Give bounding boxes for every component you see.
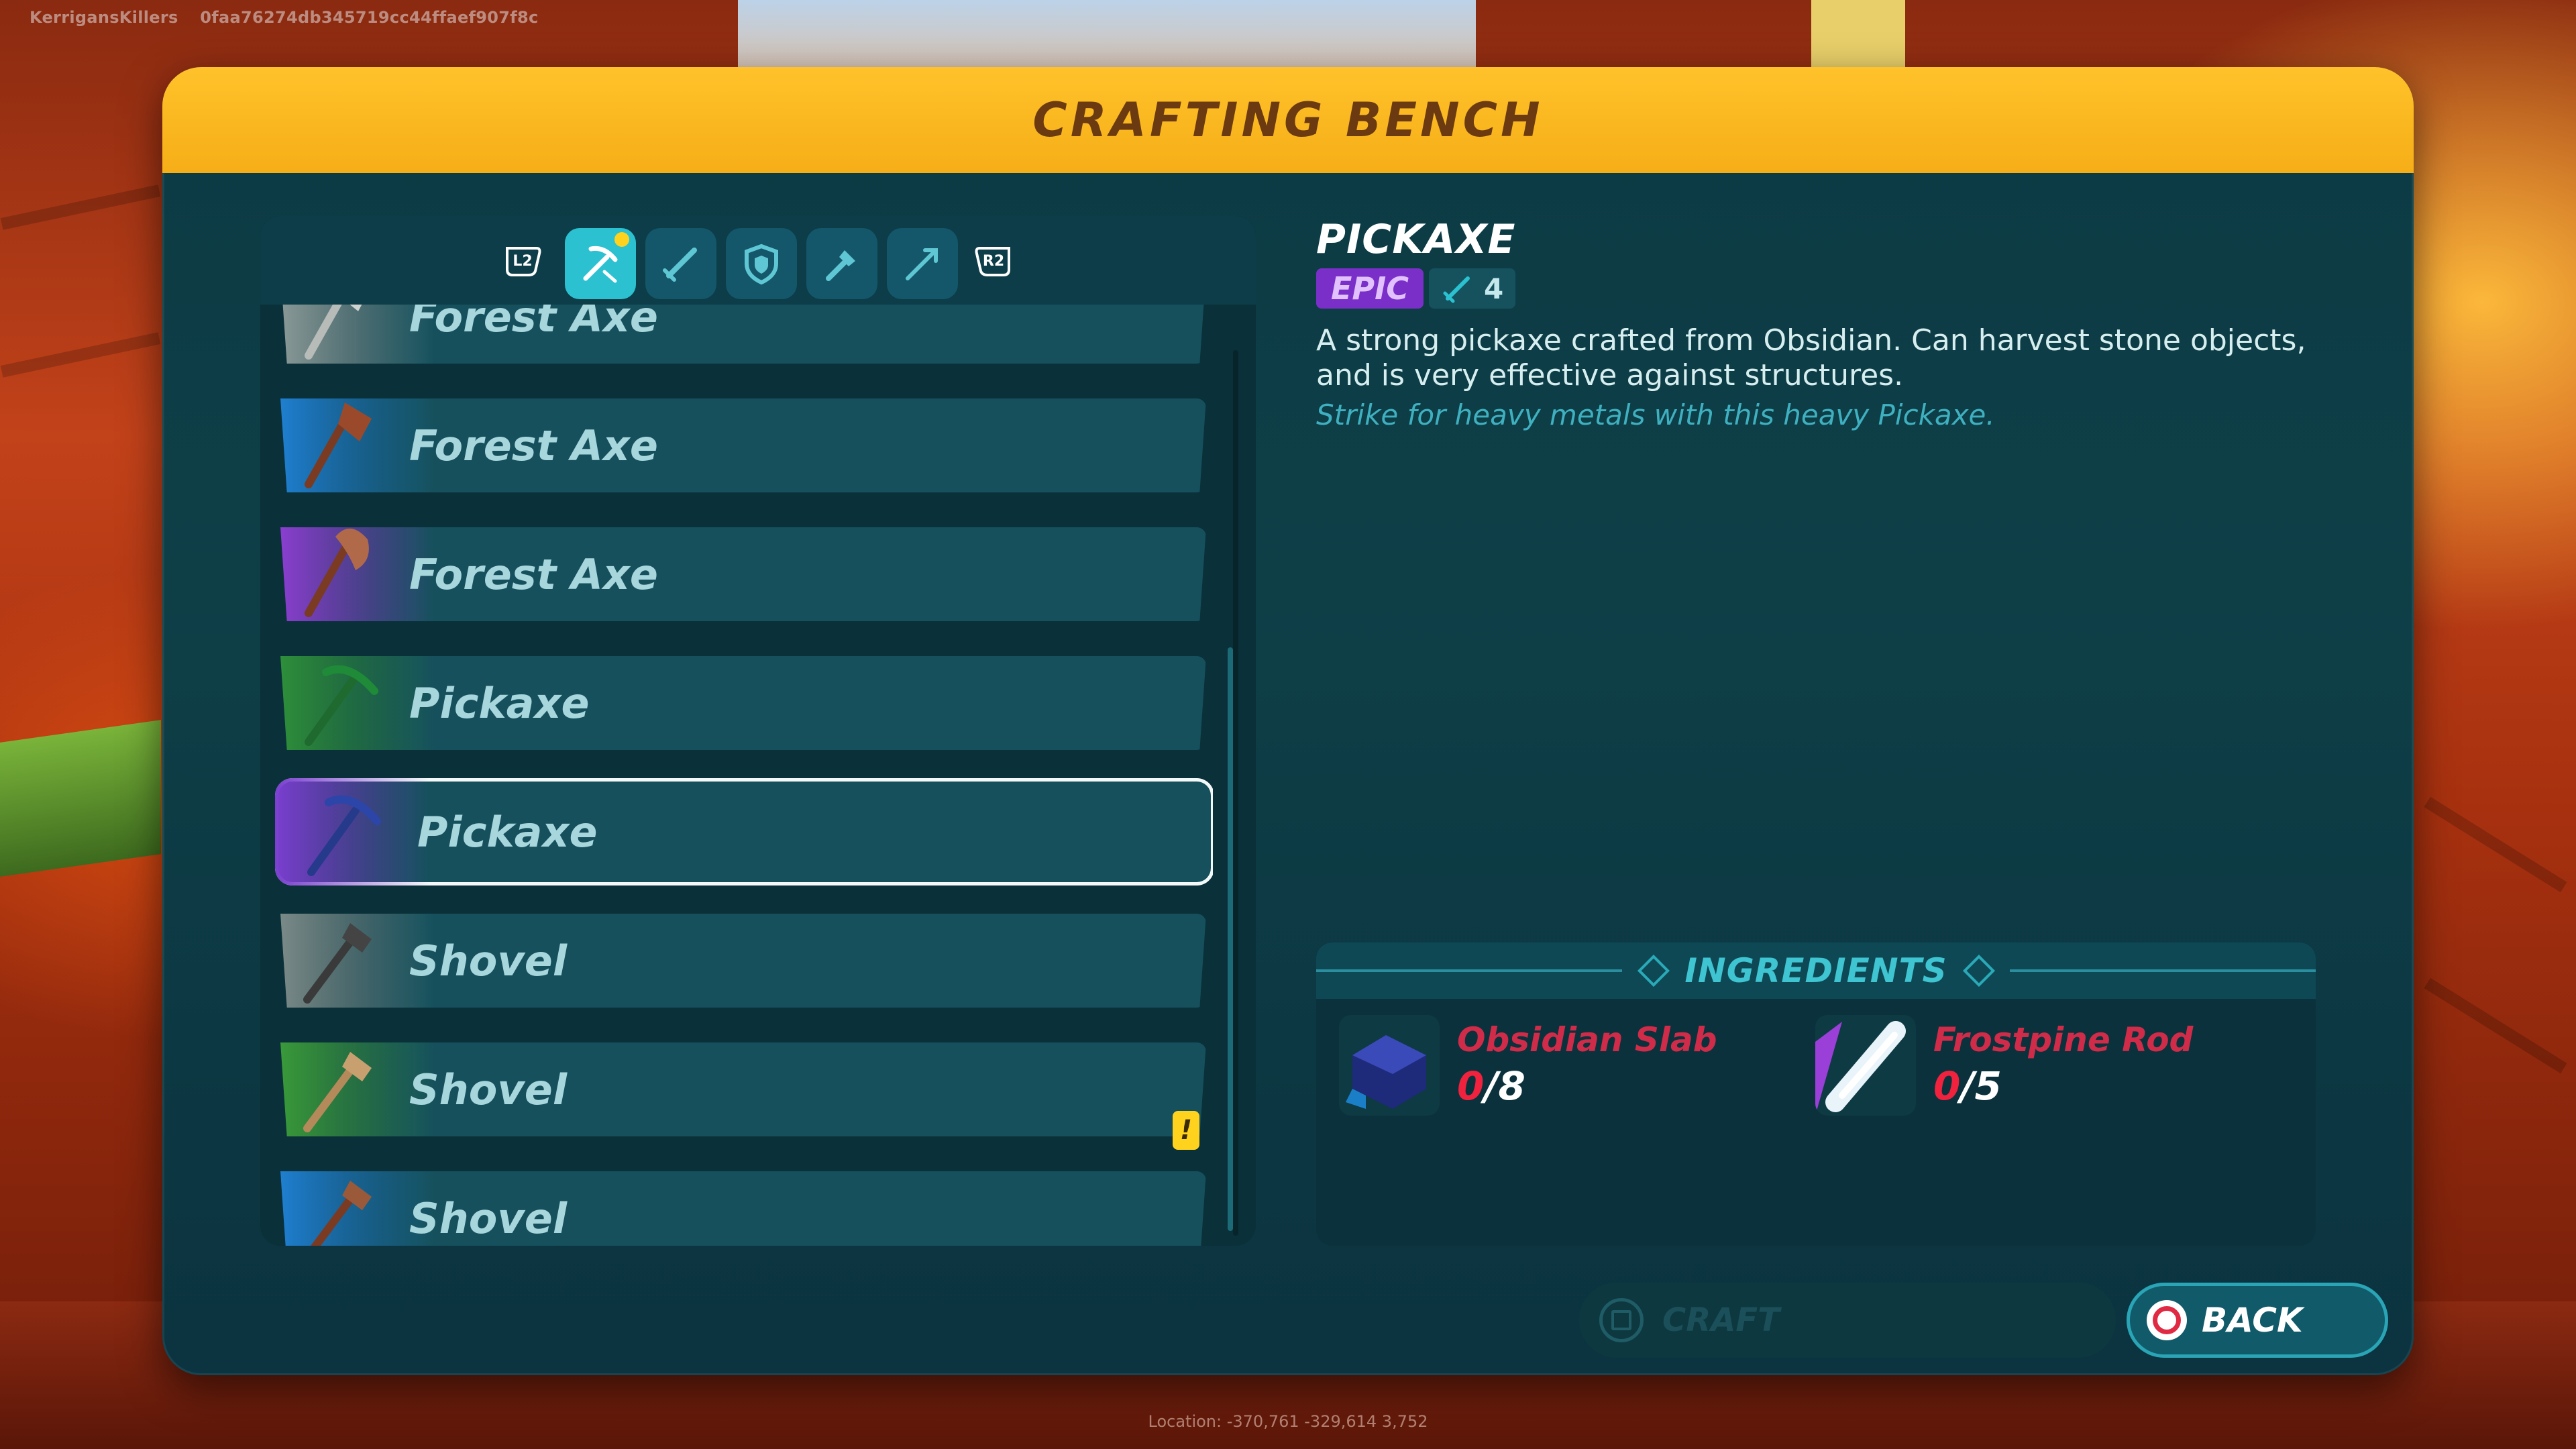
l2-shoulder-button[interactable]: L2 xyxy=(502,243,543,279)
axe-icon xyxy=(305,305,369,360)
recipe-item[interactable]: Pickaxe xyxy=(280,656,1206,750)
item-badges: EPIC 4 xyxy=(1316,268,2349,309)
torch-icon xyxy=(826,250,855,281)
item-flavor-text: Strike for heavy metals with this heavy … xyxy=(1316,398,1995,431)
recipe-item[interactable]: Shovel xyxy=(280,1042,1206,1136)
scrollbar-track[interactable] xyxy=(1233,350,1238,1236)
recipe-label: Shovel xyxy=(409,936,568,985)
session-id: 0faa76274db345719cc44ffaef907f8c xyxy=(200,8,539,27)
recipe-list: Forest Axe Forest Axe Forest Axe Pickaxe… xyxy=(260,305,1213,1246)
ingredient-need: /8 xyxy=(1484,1063,1525,1109)
ingredients-header: INGREDIENTS xyxy=(1316,943,2316,999)
tab-tools[interactable] xyxy=(565,228,636,299)
sky-patch xyxy=(738,0,1476,74)
recipe-label: Pickaxe xyxy=(409,678,590,728)
shovel-icon xyxy=(303,1181,372,1246)
ingredient-count: 0/8 xyxy=(1457,1063,1525,1109)
tab-weapons[interactable] xyxy=(645,228,716,299)
player-watermark: KerrigansKillers 0faa76274db345719cc44ff… xyxy=(30,8,555,27)
ingredient-frostpine-rod[interactable]: Frostpine Rod 0/5 xyxy=(1815,1015,2258,1122)
item-description: A strong pickaxe crafted from Obsidian. … xyxy=(1316,323,2306,392)
tier-badge: 4 xyxy=(1429,268,1516,309)
recipe-list-panel: L2 R2 Forest Axe Forest Axe Forest Axe P… xyxy=(260,216,1256,1246)
shovel-icon xyxy=(303,1052,372,1132)
tab-armor[interactable] xyxy=(726,228,797,299)
recipe-item-selected[interactable]: Pickaxe xyxy=(275,778,1213,885)
recipe-label: Shovel xyxy=(409,1065,568,1114)
obsidian-slab-icon xyxy=(1339,1015,1440,1116)
category-tabs: L2 R2 xyxy=(260,216,1256,305)
shovel-icon xyxy=(303,923,372,1004)
craft-button[interactable]: CRAFT xyxy=(1579,1283,2116,1358)
axe-icon xyxy=(305,528,369,617)
ingredients-title: INGREDIENTS xyxy=(1684,951,1947,990)
shield-icon xyxy=(745,244,778,285)
diamond-ornament-icon xyxy=(1637,955,1670,987)
l2-label: L2 xyxy=(513,252,533,270)
arrow-icon xyxy=(906,248,938,280)
square-button-icon xyxy=(1599,1298,1644,1342)
recipe-label: Forest Axe xyxy=(409,305,658,341)
sword-icon xyxy=(1443,276,1470,303)
ingredient-obsidian-slab[interactable]: Obsidian Slab 0/8 xyxy=(1339,1015,1782,1122)
recipe-item[interactable]: Forest Axe xyxy=(280,398,1206,492)
item-title: PICKAXE xyxy=(1316,216,1516,263)
background-grass-block xyxy=(0,720,161,877)
diamond-ornament-icon xyxy=(1962,955,1995,987)
scrollbar-thumb[interactable] xyxy=(1228,647,1233,1231)
background-plank xyxy=(2424,796,2567,893)
recipe-label: Shovel xyxy=(409,1193,568,1243)
craft-label: CRAFT xyxy=(1662,1301,1780,1339)
background-plank xyxy=(0,184,161,230)
background-plank xyxy=(0,332,161,378)
ingredient-have: 0 xyxy=(1933,1063,1961,1109)
pickaxe-icon xyxy=(307,795,381,876)
header-rule-right xyxy=(2010,969,2316,972)
tab-utility[interactable] xyxy=(806,228,877,299)
ingredient-name: Frostpine Rod xyxy=(1933,1020,2194,1059)
header-rule-left xyxy=(1316,969,1622,972)
title-bar: CRAFTING BENCH xyxy=(162,67,2414,173)
recipe-label: Forest Axe xyxy=(409,549,658,599)
axe-icon xyxy=(305,402,372,488)
tab-ranged[interactable] xyxy=(887,228,958,299)
ingredient-count: 0/5 xyxy=(1933,1063,2002,1109)
ingredient-have: 0 xyxy=(1457,1063,1485,1109)
ingredients-panel: INGREDIENTS Obsidian Slab 0/8 Frostpine … xyxy=(1316,943,2316,1246)
pickaxe-icon xyxy=(583,246,618,283)
r2-shoulder-button[interactable]: R2 xyxy=(973,243,1014,279)
pickaxe-icon xyxy=(305,665,378,746)
item-detail: PICKAXE EPIC 4 A strong pickaxe crafted … xyxy=(1316,216,2349,431)
location-readout: Location: -370,761 -329,614 3,752 xyxy=(1148,1412,1428,1431)
background-pillar xyxy=(1811,0,1905,74)
recipe-item[interactable]: Forest Axe xyxy=(280,527,1206,621)
back-label: BACK xyxy=(2202,1301,2303,1340)
circle-button-icon xyxy=(2147,1300,2187,1340)
recipe-item[interactable]: Forest Axe xyxy=(280,305,1206,364)
sword-icon xyxy=(663,248,697,282)
player-name: KerrigansKillers xyxy=(30,8,178,27)
rarity-badge: EPIC xyxy=(1316,268,1424,309)
window-title: CRAFTING BENCH xyxy=(1032,93,1544,148)
r2-label: R2 xyxy=(982,252,1005,270)
background-plank xyxy=(2424,977,2567,1074)
frostpine-rod-icon xyxy=(1815,1015,1916,1116)
new-indicator-dot xyxy=(614,232,629,247)
recipe-label: Pickaxe xyxy=(417,807,598,857)
recipe-label: Forest Axe xyxy=(409,421,658,470)
back-button[interactable]: BACK xyxy=(2127,1283,2388,1358)
ingredient-name: Obsidian Slab xyxy=(1457,1020,1717,1059)
ingredient-need: /5 xyxy=(1960,1063,2002,1109)
recipe-item[interactable]: Shovel xyxy=(280,914,1206,1008)
new-item-badge: ! xyxy=(1173,1111,1199,1150)
tier-value: 4 xyxy=(1484,272,1504,305)
recipe-item[interactable]: Shovel xyxy=(280,1171,1206,1246)
crafting-bench-window: CRAFTING BENCH L2 R2 Forest Axe Forest A… xyxy=(162,67,2414,1375)
